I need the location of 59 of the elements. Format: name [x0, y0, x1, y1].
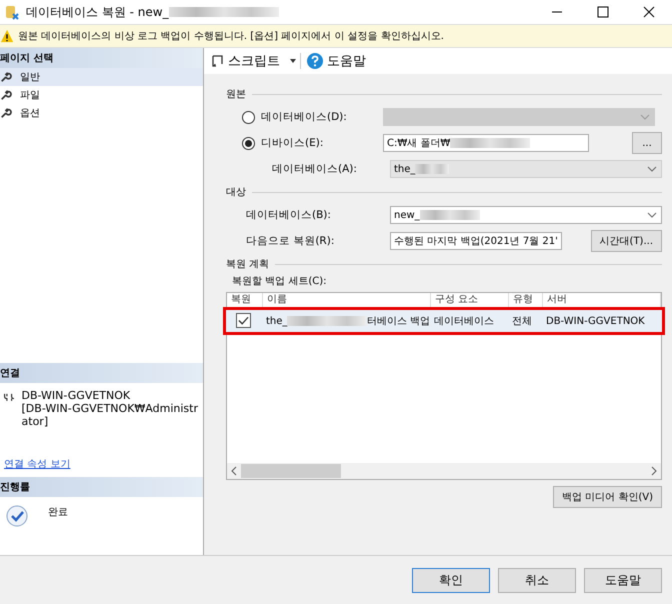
dialog-button[interactable]: 취소 [498, 568, 576, 592]
field-label: 데이터베이스(D): [260, 110, 348, 124]
chevron-down-icon [640, 114, 650, 120]
table-cell-text: 터베이스 백업 [366, 315, 430, 328]
table-row[interactable]: the_ 터베이스 백업 데이터베이스 전체 DB-WIN-GGVETNOK [223, 307, 665, 335]
page-item[interactable]: 일반 [0, 68, 203, 86]
wrench-icon [0, 71, 12, 83]
warning-text: 원본 데이터베이스의 비상 로그 백업이 수행됩니다. [옵션] 페이지에서 이 설정을 확인하십시오. [18, 30, 444, 43]
wrench-icon [0, 107, 12, 119]
checkbox[interactable] [236, 312, 251, 328]
verify-media-button[interactable]: 백업 미디어 확인(V) [552, 486, 662, 508]
dialog-button[interactable]: 확인 [412, 568, 490, 592]
table-cell-text: DB-WIN-GGVETNOK [545, 316, 646, 326]
maximize-icon[interactable] [597, 6, 609, 18]
table-cell-text: 데이터베이스 [433, 315, 495, 328]
page-item[interactable]: 파일 [0, 86, 203, 104]
radio-button[interactable] [242, 136, 255, 150]
section-header: 페이지 선택 [0, 48, 203, 68]
group-title: 복원 계획 [226, 258, 270, 271]
scroll-left-icon[interactable] [231, 466, 237, 476]
dialog-button[interactable]: 도움말 [584, 568, 662, 592]
server-name: DB-WIN-GGVETNOK [22, 389, 132, 402]
field-label: 복원할 백업 세트(C): [231, 275, 328, 289]
field-label: 데이터베이스(B): [245, 208, 332, 222]
scroll-right-icon[interactable] [651, 466, 657, 476]
database-dropdown[interactable]: new_ [390, 206, 662, 224]
script-button[interactable]: 스크립트 [208, 52, 282, 70]
warning-icon [0, 29, 14, 43]
help-icon [307, 53, 323, 69]
connection-icon [3, 391, 16, 403]
horizontal-scrollbar[interactable] [227, 463, 661, 479]
wrench-icon [0, 89, 12, 101]
chevron-down-icon [647, 212, 657, 218]
check-circle-icon [6, 505, 28, 527]
radio-button[interactable] [242, 110, 255, 124]
table-cell: the_ [266, 316, 288, 326]
dropdown-caret-icon[interactable] [290, 59, 296, 63]
field-label: 다음으로 복원(R): [245, 234, 336, 248]
progress-status: 완료 [48, 506, 68, 520]
login-name: [DB-WIN-GGVETNOK₩Administrator] [22, 402, 199, 428]
help-button[interactable]: 도움말 [305, 52, 368, 70]
window-title: 데이터베이스 복원 - new_ [26, 4, 169, 20]
timeline-button[interactable]: 시간대(T)... [590, 230, 662, 252]
section-header: 진행률 [0, 477, 203, 497]
group-title: 원본 [226, 88, 246, 101]
database-dropdown[interactable]: the_ [390, 160, 662, 178]
page-item[interactable]: 옵션 [0, 104, 203, 122]
section-header: 연결 [0, 363, 203, 383]
restore-to-field[interactable]: 수행된 마지막 백업(2021년 7월 21' [390, 232, 562, 250]
group-title: 대상 [226, 186, 246, 199]
script-icon [210, 54, 224, 68]
connection-properties-link[interactable]: 연결 속성 보기 [4, 457, 70, 471]
table-cell-text: 전체 [511, 315, 533, 328]
field-label: 디바이스(E): [260, 136, 324, 150]
chevron-down-icon [647, 166, 657, 172]
close-icon[interactable] [643, 6, 655, 18]
browse-button[interactable]: ... [632, 132, 662, 154]
field-label: 데이터베이스(A): [271, 162, 358, 176]
device-path-field[interactable]: C:₩새 폴더₩ [383, 134, 589, 152]
